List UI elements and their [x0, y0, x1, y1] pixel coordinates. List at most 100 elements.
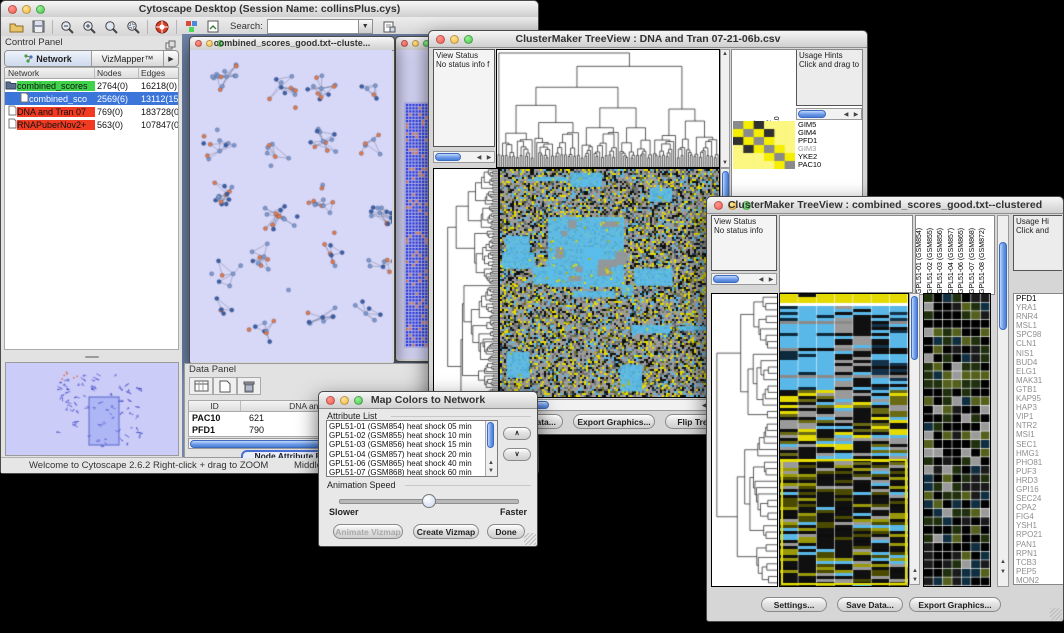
tv2-heatmap[interactable] — [779, 293, 909, 587]
tv1-heatmap[interactable] — [499, 168, 720, 398]
gene-label[interactable]: PHO81 — [1016, 458, 1063, 467]
gene-label[interactable]: VIP1 — [1016, 412, 1063, 421]
network-table-row[interactable]: combined_scores2764(0)16218(0) — [5, 79, 178, 92]
close-button[interactable] — [401, 40, 408, 47]
vizmapper-icon[interactable] — [180, 19, 202, 35]
gene-label[interactable]: RNR4 — [1016, 312, 1063, 321]
delete-attribute-trash-icon[interactable] — [237, 377, 261, 395]
zoom-in-icon[interactable] — [78, 19, 100, 35]
gene-label[interactable]: SEC24 — [1016, 494, 1063, 503]
gene-label[interactable]: RPN1 — [1016, 549, 1063, 558]
gene-label[interactable]: PEP5 — [1016, 567, 1063, 576]
tab-network[interactable]: Network — [5, 51, 92, 66]
gene-label[interactable]: RPO21 — [1016, 530, 1063, 539]
gene-label[interactable]: FIG4 — [1016, 512, 1063, 521]
zoom-fit-icon[interactable] — [100, 19, 122, 35]
help-lifering-icon[interactable] — [151, 19, 173, 35]
main-titlebar[interactable]: Cytoscape Desktop (Session Name: collins… — [1, 1, 538, 18]
attribute-item[interactable]: GPL51-02 (GSM855) heat shock 10 min — [329, 431, 485, 440]
tv1-zoom-hscrollbar[interactable]: ◀▶ — [796, 108, 862, 120]
search-input[interactable] — [267, 19, 359, 34]
gene-label[interactable]: MON2 — [1016, 576, 1063, 585]
gene-label[interactable]: HMG1 — [1016, 449, 1063, 458]
tv1-export-graphics-button[interactable]: Export Graphics... — [573, 414, 655, 429]
tv1-column-dendrogram[interactable] — [496, 49, 720, 168]
dialog-titlebar[interactable]: Map Colors to Network — [319, 392, 537, 409]
tv2-detail-heatmap[interactable] — [923, 293, 991, 587]
tv2-save-data-button[interactable]: Save Data... — [837, 597, 903, 612]
gene-label[interactable]: MSL1 — [1016, 321, 1063, 330]
network-canvas-a[interactable] — [190, 50, 392, 362]
gene-label[interactable]: HRD3 — [1016, 476, 1063, 485]
gene-label[interactable]: NIS1 — [1016, 349, 1063, 358]
gene-label[interactable]: ELG1 — [1016, 367, 1063, 376]
zoom-out-icon[interactable] — [56, 19, 78, 35]
tab-overflow-arrow[interactable]: ▶ — [164, 51, 178, 66]
tv2-heatmap-vscrollbar[interactable]: ▲▼ — [909, 293, 920, 585]
tv1-status-hscrollbar[interactable]: ◀▶ — [433, 151, 495, 163]
minimize-button[interactable] — [412, 40, 419, 47]
panel-splitter[interactable] — [4, 354, 179, 360]
attribute-table-icon[interactable] — [189, 377, 213, 395]
gene-label[interactable]: KAP95 — [1016, 394, 1063, 403]
attribute-item[interactable]: GPL51-07 (GSM868) heat shock 60 min — [329, 468, 485, 477]
attribute-listbox[interactable]: GPL51-01 (GSM854) heat shock 05 minGPL51… — [326, 420, 498, 477]
tv1-row-dendrogram[interactable] — [433, 168, 499, 398]
network-a-titlebar[interactable]: combined_scores_good.txt--cluste... — [190, 37, 394, 51]
attribute-item[interactable]: GPL51-04 (GSM857) heat shock 20 min — [329, 450, 485, 459]
save-icon[interactable] — [27, 19, 49, 35]
tv2-column-label: GPL51-04 (GSM857) — [948, 216, 959, 294]
gene-label[interactable]: MSI1 — [1016, 430, 1063, 439]
resize-grip[interactable] — [524, 533, 536, 545]
report-icon[interactable] — [379, 19, 401, 35]
gene-label[interactable]: GPI16 — [1016, 485, 1063, 494]
move-down-button[interactable]: ∨ — [503, 448, 531, 461]
resize-grip[interactable] — [1050, 608, 1062, 620]
toolbar-separator — [147, 20, 148, 34]
tv1-mini-heatmap[interactable] — [733, 121, 795, 169]
network-table-row[interactable]: DNA and Tran 07769(0)183728(0) — [5, 105, 178, 118]
network-overview-canvas[interactable] — [5, 362, 179, 456]
open-file-icon[interactable] — [5, 19, 27, 35]
tv2-export-graphics-button[interactable]: Export Graphics... — [909, 597, 1001, 612]
tab-vizmapper[interactable]: VizMapper™ — [92, 51, 164, 66]
tv2-titlebar[interactable]: ClusterMaker TreeView : combined_scores_… — [707, 197, 1063, 214]
gene-label[interactable]: CPA2 — [1016, 503, 1063, 512]
network-table-row[interactable]: RNAPuberNov2+563(0)107847(0) — [5, 118, 178, 131]
gene-label[interactable]: GTB1 — [1016, 385, 1063, 394]
gene-label[interactable]: HAP3 — [1016, 403, 1063, 412]
tv1-view-status-panel: View Status No status info f — [433, 49, 495, 147]
done-button[interactable]: Done — [487, 524, 525, 539]
gene-label[interactable]: YRA1 — [1016, 303, 1063, 312]
tv2-settings-button[interactable]: Settings... — [761, 597, 827, 612]
tv1-column-vscrollbar[interactable]: ▲▼ — [720, 49, 730, 168]
gene-label[interactable]: PAN1 — [1016, 540, 1063, 549]
network-document-icon[interactable] — [202, 19, 224, 35]
gene-label[interactable]: SPC98 — [1016, 330, 1063, 339]
gene-label[interactable]: NTR2 — [1016, 421, 1063, 430]
network-table-row[interactable]: combined_sco2569(6)13112(15) — [5, 92, 178, 105]
attribute-item[interactable]: GPL51-01 (GSM854) heat shock 05 min — [329, 422, 485, 431]
attribute-list-vscrollbar[interactable]: ▲▼ — [485, 421, 497, 476]
animation-slider-thumb[interactable] — [422, 494, 436, 508]
create-vizmap-button[interactable]: Create Vizmap — [413, 524, 479, 539]
tv2-row-dendrogram[interactable] — [711, 293, 778, 587]
search-dropdown-arrow-icon[interactable]: ▼ — [359, 19, 373, 34]
tv2-label-vscrollbar[interactable]: ▲▼ — [997, 215, 1009, 587]
gene-label[interactable]: PFD1 — [1016, 294, 1063, 303]
gene-label[interactable]: MAK31 — [1016, 376, 1063, 385]
move-up-button[interactable]: ∧ — [503, 427, 531, 440]
gene-label[interactable]: PUF3 — [1016, 467, 1063, 476]
attribute-item[interactable]: GPL51-06 (GSM865) heat shock 40 min — [329, 459, 485, 468]
gene-label[interactable]: YSH1 — [1016, 521, 1063, 530]
gene-label[interactable]: TCB3 — [1016, 558, 1063, 567]
zoom-selected-icon[interactable] — [122, 19, 144, 35]
gene-label[interactable]: BUD4 — [1016, 358, 1063, 367]
network-table-header[interactable]: Network Nodes Edges — [4, 67, 179, 79]
tv1-titlebar[interactable]: ClusterMaker TreeView : DNA and Tran 07-… — [429, 31, 867, 48]
attribute-item[interactable]: GPL51-03 (GSM856) heat shock 15 min — [329, 440, 485, 449]
tv2-status-hscrollbar[interactable]: ◀▶ — [711, 273, 777, 285]
gene-label[interactable]: CLN1 — [1016, 339, 1063, 348]
gene-label[interactable]: SEC1 — [1016, 440, 1063, 449]
new-attribute-icon[interactable] — [213, 377, 237, 395]
